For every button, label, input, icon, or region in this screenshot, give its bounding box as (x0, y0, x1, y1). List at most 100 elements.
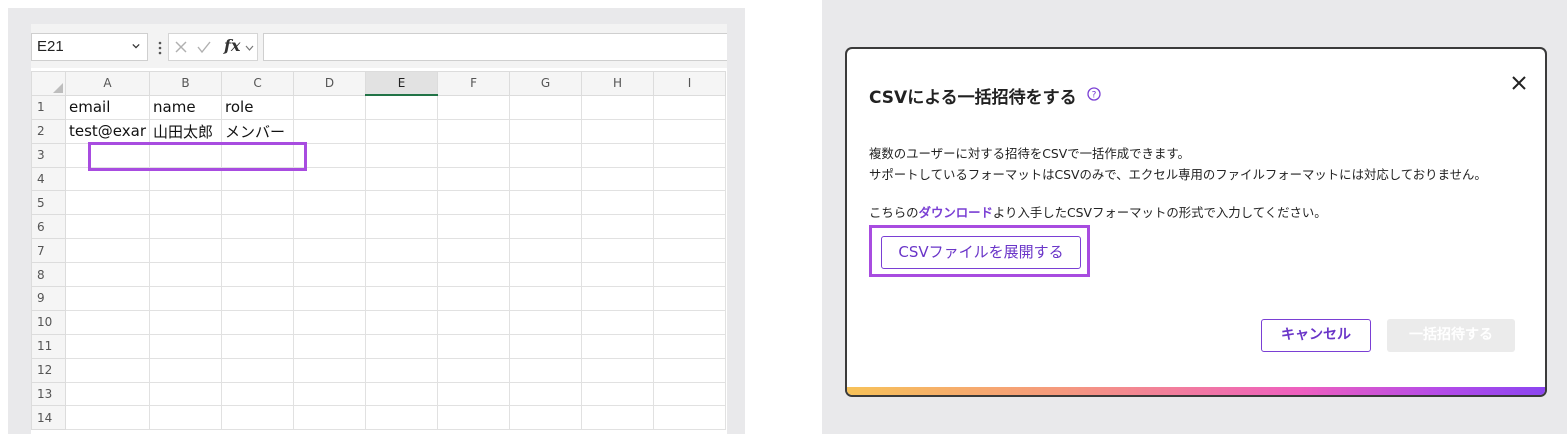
cell[interactable] (509, 405, 583, 431)
cell[interactable] (64, 333, 151, 359)
cell[interactable] (365, 381, 439, 407)
cell[interactable] (437, 94, 511, 120)
bulk-invite-button[interactable]: 一括招待する (1387, 319, 1515, 352)
cell[interactable] (509, 309, 583, 335)
cell[interactable] (365, 357, 439, 383)
cell[interactable] (149, 286, 223, 311)
column-header-d[interactable]: D (293, 71, 367, 96)
cancel-x-icon[interactable] (174, 40, 188, 54)
cell[interactable]: role (221, 94, 295, 120)
cell[interactable] (221, 190, 295, 216)
cell[interactable] (581, 333, 655, 359)
cell[interactable] (365, 118, 439, 144)
column-header-e[interactable]: E (365, 71, 439, 97)
cell[interactable] (64, 190, 151, 216)
cell[interactable] (221, 405, 295, 431)
cell[interactable] (653, 238, 727, 264)
row-header[interactable]: 3 (31, 142, 66, 168)
row-header[interactable]: 10 (31, 309, 66, 335)
cell[interactable] (64, 357, 151, 383)
cell[interactable] (653, 262, 727, 288)
cell[interactable] (653, 333, 727, 359)
select-all-corner[interactable] (31, 71, 66, 96)
cell[interactable] (64, 142, 151, 168)
cell[interactable]: email (64, 94, 151, 120)
column-header-i[interactable]: I (653, 71, 727, 96)
column-header-c[interactable]: C (221, 71, 295, 96)
cell[interactable] (581, 142, 655, 168)
cell[interactable] (149, 190, 223, 216)
column-header-f[interactable]: F (437, 71, 511, 96)
help-icon[interactable]: ? (1087, 87, 1101, 101)
cell[interactable] (221, 357, 295, 383)
cell[interactable] (221, 309, 295, 335)
row-header[interactable]: 6 (31, 214, 66, 240)
cell[interactable] (581, 357, 655, 383)
column-header-a[interactable]: A (64, 71, 151, 96)
row-header[interactable]: 5 (31, 190, 66, 216)
column-header-h[interactable]: H (581, 71, 655, 96)
cell[interactable] (581, 286, 655, 311)
cell[interactable] (293, 118, 367, 144)
cell[interactable] (149, 238, 223, 264)
check-icon[interactable] (196, 40, 212, 54)
cell[interactable] (221, 142, 295, 168)
cell[interactable] (221, 333, 295, 359)
cell[interactable] (653, 166, 727, 192)
cell[interactable] (437, 214, 511, 240)
row-header[interactable]: 11 (31, 333, 66, 359)
cell[interactable] (293, 190, 367, 216)
download-link[interactable]: ダウンロード (919, 205, 993, 220)
cell[interactable] (293, 262, 367, 288)
cell[interactable] (581, 381, 655, 407)
row-header[interactable]: 9 (31, 286, 66, 311)
cell[interactable] (293, 381, 367, 407)
cell[interactable] (64, 309, 151, 335)
cancel-button[interactable]: キャンセル (1261, 319, 1371, 352)
cell[interactable] (64, 286, 151, 311)
cell[interactable] (509, 190, 583, 216)
row-header[interactable]: 8 (31, 262, 66, 288)
cell[interactable] (581, 214, 655, 240)
column-header-g[interactable]: G (509, 71, 583, 96)
cell[interactable] (509, 238, 583, 264)
cell[interactable] (581, 166, 655, 192)
cell[interactable] (581, 118, 655, 144)
column-header-b[interactable]: B (149, 71, 223, 96)
cell[interactable] (437, 333, 511, 359)
row-header[interactable]: 4 (31, 166, 66, 192)
cell[interactable] (365, 309, 439, 335)
cell[interactable]: name (149, 94, 223, 120)
cell[interactable] (509, 286, 583, 311)
cell[interactable]: メンバー (221, 118, 295, 144)
cell[interactable] (149, 166, 223, 192)
cell[interactable] (221, 214, 295, 240)
cell[interactable] (509, 262, 583, 288)
cell[interactable] (437, 405, 511, 431)
row-header[interactable]: 12 (31, 357, 66, 383)
cell[interactable] (509, 333, 583, 359)
cell[interactable] (221, 166, 295, 192)
cell[interactable] (581, 309, 655, 335)
cell[interactable] (653, 286, 727, 311)
cell[interactable] (653, 118, 727, 144)
cell[interactable] (509, 214, 583, 240)
cell[interactable] (293, 405, 367, 431)
cell[interactable] (437, 166, 511, 192)
cell[interactable] (653, 142, 727, 168)
cell[interactable] (365, 166, 439, 192)
cell[interactable] (437, 381, 511, 407)
cell[interactable] (64, 214, 151, 240)
row-header[interactable]: 2 (31, 118, 66, 144)
cell[interactable] (365, 142, 439, 168)
cell[interactable] (653, 94, 727, 120)
cell[interactable] (653, 214, 727, 240)
cell[interactable] (437, 357, 511, 383)
cell[interactable] (149, 262, 223, 288)
fx-icon[interactable]: fx (224, 36, 240, 55)
cell[interactable] (221, 262, 295, 288)
cell[interactable] (293, 214, 367, 240)
cell[interactable] (64, 405, 151, 431)
cell[interactable] (365, 94, 439, 120)
cell[interactable] (64, 238, 151, 264)
